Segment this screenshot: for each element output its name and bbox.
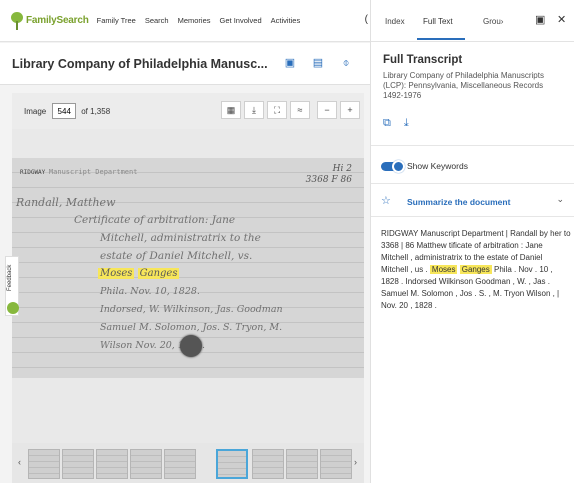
nav-family-tree[interactable]: Family Tree [97, 16, 136, 25]
feedback-leaf-icon[interactable] [7, 302, 19, 314]
highlight-keyword: Ganges [137, 268, 180, 279]
divider [371, 145, 574, 146]
attach-icon[interactable]: ⌽ [340, 57, 352, 69]
transcript-actions: ⧉ ⤓ [383, 117, 422, 130]
top-nav: FamilySearch Family Tree Search Memories… [0, 0, 370, 42]
thumbnail[interactable] [320, 449, 352, 479]
viewer-tools: ▦ ⤓ ⛶ ≈ − + [218, 101, 360, 119]
notebook-icon[interactable]: ▤ [312, 57, 324, 69]
nav-links: Family Tree Search Memories Get Involved… [97, 16, 310, 25]
nav-search[interactable]: Search [145, 16, 169, 25]
tree-logo-icon [10, 11, 24, 30]
handwriting-line: Samuel M. Solomon, Jos. S. Tryon, M. [100, 322, 283, 333]
full-transcript-heading: Full Transcript [383, 54, 463, 66]
copy-icon[interactable]: ⧉ [383, 117, 391, 130]
cursor-indicator [180, 335, 202, 357]
tab-group[interactable]: Grou› [483, 17, 503, 26]
active-tab-indicator [417, 38, 465, 40]
thumbnail[interactable] [130, 449, 162, 479]
thumbnail-active[interactable] [216, 449, 248, 479]
highlight-keyword: Moses [98, 268, 135, 279]
image-viewer-icon[interactable]: ▣ [284, 57, 296, 69]
transcript-text: RIDGWAY Manuscript Department | Randall … [381, 228, 571, 312]
keyword-highlight: Moses [429, 265, 458, 274]
card-header: RIDGWAY Manuscript Department [20, 168, 138, 176]
handwriting-line: Certificate of arbitration: Jane [74, 214, 236, 226]
tab-full-text[interactable]: Full Text [423, 17, 453, 26]
panel-tabs: Index Full Text Grou› ▣ ✕ [371, 0, 574, 42]
zoom-in-icon[interactable]: + [340, 101, 360, 119]
download-icon[interactable]: ⤓ [244, 101, 264, 119]
viewer-toolbar: Image of 1,358 ▦ ⤓ ⛶ ≈ − + [12, 93, 364, 129]
familysearch-logo[interactable]: FamilySearch [10, 11, 89, 30]
divider [371, 216, 574, 217]
keyword-highlight: Ganges [459, 265, 492, 274]
thumbnail[interactable] [96, 449, 128, 479]
panel-layout-icon[interactable]: ▣ [535, 13, 545, 26]
toggle-knob [392, 160, 405, 173]
handwriting-line: Randall, Matthew [16, 196, 116, 209]
thumbnail[interactable] [252, 449, 284, 479]
title-actions: ▣ ▤ ⌽ [268, 57, 352, 69]
divider [371, 183, 574, 184]
collection-subtitle: Library Company of Philadelphia Manuscri… [383, 71, 544, 100]
star-icon: ☆ [381, 195, 391, 207]
filmstrip-prev-icon[interactable]: ‹ [18, 457, 21, 467]
thumbnail[interactable] [28, 449, 60, 479]
zoom-out-icon[interactable]: − [317, 101, 337, 119]
app-root: FamilySearch Family Tree Search Memories… [0, 0, 574, 483]
summarize-button[interactable]: Summarize the document [407, 197, 510, 207]
show-keywords-toggle[interactable] [381, 160, 405, 173]
adjust-icon[interactable]: ≈ [290, 101, 310, 119]
nav-activities[interactable]: Activities [271, 16, 301, 25]
handwriting-line: Indorsed, W. Wilkinson, Jas. Goodman [100, 304, 283, 315]
nav-memories[interactable]: Memories [178, 16, 211, 25]
thumbnail[interactable] [62, 449, 94, 479]
side-panel: Index Full Text Grou› ▣ ✕ Full Transcrip… [370, 0, 574, 483]
handwriting-line: estate of Daniel Mitchell, vs. [100, 250, 253, 262]
nav-get-involved[interactable]: Get Involved [220, 16, 262, 25]
card-number: Hi 2 3368 F 86 [305, 164, 352, 185]
thumbnail[interactable] [164, 449, 196, 479]
download-icon[interactable]: ⤓ [404, 117, 409, 130]
logo-text: FamilySearch [26, 15, 89, 26]
handwriting-line: Phila. Nov. 10, 1828. [100, 286, 200, 297]
tab-index[interactable]: Index [385, 17, 405, 26]
page-title: Library Company of Philadelphia Manusc..… [12, 56, 268, 71]
nav-more[interactable]: ( [365, 14, 368, 25]
chevron-down-icon[interactable]: ⌄ [556, 194, 564, 205]
fullscreen-icon[interactable]: ⛶ [267, 101, 287, 119]
handwriting-highlight-line: Moses Ganges [98, 268, 180, 279]
filmstrip: ‹ › [12, 443, 364, 483]
grid-icon[interactable]: ▦ [221, 101, 241, 119]
image-count: of 1,358 [81, 106, 111, 116]
image-number-input[interactable] [52, 103, 77, 119]
handwriting-line: Mitchell, administratrix to the [100, 232, 261, 244]
document-image[interactable]: RIDGWAY Manuscript Department Hi 2 3368 … [12, 158, 364, 378]
image-label: Image [24, 106, 47, 116]
image-viewer: Image of 1,358 ▦ ⤓ ⛶ ≈ − + RIDGWAY Manus… [12, 93, 364, 483]
thumbnail[interactable] [286, 449, 318, 479]
feedback-label: Feedback [7, 264, 13, 291]
close-icon[interactable]: ✕ [557, 13, 566, 26]
show-keywords-label: Show Keywords [407, 161, 468, 171]
filmstrip-next-icon[interactable]: › [354, 457, 357, 467]
viewer-area: FamilySearch Family Tree Search Memories… [0, 0, 370, 483]
record-title-bar: Library Company of Philadelphia Manusc..… [0, 43, 370, 85]
